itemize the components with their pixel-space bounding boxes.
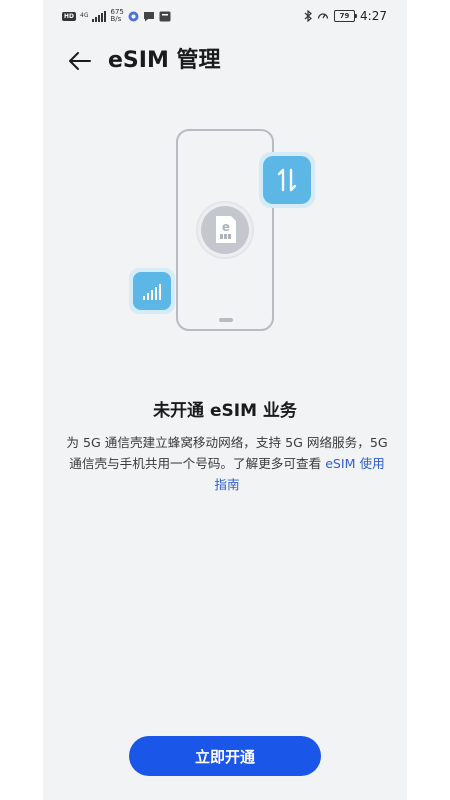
signal-icon bbox=[92, 10, 107, 22]
transfer-icon bbox=[263, 156, 311, 204]
status-left: HD 4G 675 B/s bbox=[62, 9, 171, 23]
status-headline: 未开通 eSIM 业务 bbox=[153, 401, 297, 421]
status-right: 79 4:27 bbox=[304, 9, 387, 23]
battery-indicator: 79 bbox=[334, 10, 358, 22]
bluetooth-icon bbox=[304, 10, 312, 22]
app-notification-icon bbox=[128, 11, 139, 21]
hd-voice-badge: HD bbox=[62, 11, 77, 21]
clock: 4:27 bbox=[360, 9, 387, 23]
network-speed: 675 B/s bbox=[110, 9, 123, 23]
status-bar: HD 4G 675 B/s 79 4:27 bbox=[43, 0, 407, 34]
sim-chip-letter: e bbox=[222, 220, 230, 234]
speed-unit: B/s bbox=[110, 15, 122, 23]
activate-now-button[interactable]: 立即开通 bbox=[129, 736, 321, 776]
phone-home-bar bbox=[219, 318, 233, 322]
esim-management-screen: HD 4G 675 B/s 79 4:27 eSIM 管理 e 未开通 eSIM… bbox=[43, 0, 407, 800]
gauge-icon bbox=[317, 13, 329, 19]
esim-illustration: e bbox=[129, 129, 315, 331]
header: eSIM 管理 bbox=[43, 38, 407, 84]
network-type: 4G bbox=[80, 12, 89, 19]
gallery-icon bbox=[159, 11, 171, 21]
description: 为 5G 通信壳建立蜂窝移动网络，支持 5G 网络服务，5G 通信壳与手机共用一… bbox=[64, 432, 390, 495]
back-arrow-icon[interactable] bbox=[64, 46, 94, 76]
page-title: eSIM 管理 bbox=[108, 48, 221, 73]
message-icon bbox=[143, 11, 154, 21]
